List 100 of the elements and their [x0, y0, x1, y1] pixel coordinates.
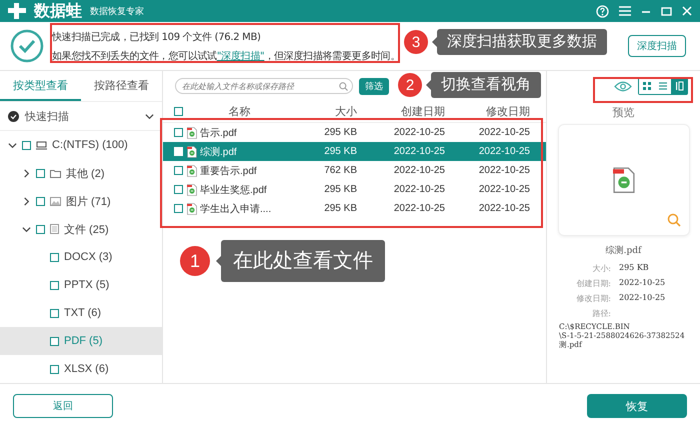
view-tab[interactable]: 按类型查看 — [0, 71, 81, 101]
columns-view-icon — [673, 80, 685, 92]
pdf-file-icon — [187, 126, 197, 138]
back-button[interactable]: 返回 — [13, 394, 113, 418]
zoom-icon[interactable] — [666, 213, 680, 227]
pdf-file-icon — [612, 166, 634, 194]
pdf-file-icon — [187, 164, 197, 176]
chevron-down-icon[interactable] — [22, 224, 31, 234]
recover-button[interactable]: 恢复 — [587, 394, 687, 418]
grid-view-icon — [641, 80, 653, 92]
list-view-icon — [657, 80, 669, 92]
chevron-right-icon[interactable] — [22, 196, 31, 206]
detail-value: 295 KB — [619, 263, 650, 274]
deep-scan-button[interactable]: 深度扫描 — [628, 35, 686, 57]
check-badge-icon — [8, 110, 19, 122]
checkbox[interactable] — [36, 196, 45, 206]
detail-label: 大小: — [591, 263, 611, 274]
tree-item[interactable]: 文件 (25) — [0, 215, 162, 243]
detail-value: 2022-10-25 — [619, 293, 666, 304]
app-logo: 数据蛙 — [34, 2, 82, 22]
column-header[interactable]: 创建日期 — [357, 104, 445, 119]
checkbox[interactable] — [174, 185, 182, 194]
deep-scan-link[interactable]: "深度扫描" — [216, 50, 264, 62]
pdf-file-icon — [187, 146, 197, 158]
detail-label: 路径: — [591, 308, 611, 319]
scan-result-text: 快速扫描已完成，已找到 109 个文件 (76.2 MB) — [52, 30, 262, 44]
file-size: 295 KB — [323, 146, 357, 157]
callout-label: 切换查看视角 — [431, 72, 541, 98]
checkbox[interactable] — [50, 364, 59, 374]
created-date: 2022-10-25 — [392, 165, 445, 176]
tree-item-label: 其他 (2) — [66, 166, 104, 180]
file-size: 295 KB — [323, 203, 357, 214]
modified-date: 2022-10-25 — [478, 127, 530, 138]
tree-item[interactable]: 图片 (71) — [0, 187, 162, 215]
modified-date: 2022-10-25 — [478, 184, 530, 195]
file-name: 学生出入申请.... — [200, 202, 272, 216]
tree-item[interactable]: DOCX (3) — [0, 243, 162, 271]
close-icon[interactable] — [682, 6, 692, 16]
step-number: 2 — [398, 73, 422, 97]
checkbox[interactable] — [50, 280, 59, 290]
tree-item-label: PDF (5) — [64, 335, 102, 347]
file-row[interactable]: 毕业生奖惩.pdf 295 KB 2022-10-25 2022-10-25 — [163, 180, 546, 199]
checkbox[interactable] — [50, 252, 59, 262]
scan-mode-label: 快速扫描 — [25, 110, 70, 124]
search-icon[interactable] — [339, 82, 348, 91]
file-row[interactable]: 综测.pdf 295 KB 2022-10-25 2022-10-25 — [163, 142, 546, 161]
tree-item-label: PPTX (5) — [64, 279, 110, 291]
column-header[interactable]: 修改日期 — [445, 104, 530, 119]
checkbox[interactable] — [174, 166, 182, 175]
chevron-right-icon[interactable] — [22, 168, 31, 178]
file-name: 综测.pdf — [200, 146, 237, 158]
maximize-icon[interactable] — [661, 6, 672, 16]
deep-scan-hint: 如果您找不到丢失的文件，您可以试试"深度扫描"，但深度扫描将需要更多时间。 — [52, 50, 400, 62]
chevron-down-icon[interactable] — [145, 112, 154, 120]
help-icon[interactable] — [596, 4, 609, 18]
modified-date: 2022-10-25 — [478, 203, 530, 214]
logo-icon — [8, 3, 26, 19]
checkbox[interactable] — [50, 308, 59, 318]
tree-item[interactable]: PPTX (5) — [0, 271, 162, 299]
file-row[interactable]: 学生出入申请.... 295 KB 2022-10-25 2022-10-25 — [163, 199, 546, 218]
callout-label: 深度扫描获取更多数据 — [437, 29, 607, 55]
pdf-file-icon — [187, 184, 197, 196]
tree-item-label: C:(NTFS) (100) — [52, 139, 128, 151]
checkbox[interactable] — [36, 224, 45, 234]
file-row[interactable]: 重要告示.pdf 762 KB 2022-10-25 2022-10-25 — [163, 161, 546, 180]
pdf-file-icon — [187, 202, 197, 214]
checkbox[interactable] — [36, 168, 45, 178]
tree-item[interactable]: C:(NTFS) (100) — [0, 131, 162, 159]
checkbox[interactable] — [174, 128, 182, 137]
select-all-checkbox[interactable] — [174, 107, 182, 116]
column-header[interactable]: 名称 — [187, 104, 292, 119]
checkbox[interactable] — [22, 140, 31, 150]
file-row[interactable]: 告示.pdf 295 KB 2022-10-25 2022-10-25 — [163, 123, 546, 142]
menu-icon[interactable] — [619, 6, 631, 16]
search-field[interactable]: 在此处输入文件名称或保存路径 — [175, 78, 353, 94]
tree-item-label: DOCX (3) — [64, 251, 112, 263]
check-circle-icon — [10, 29, 44, 63]
tree-item[interactable]: XLSX (6) — [0, 355, 162, 383]
filter-button[interactable]: 筛选 — [359, 78, 389, 94]
modified-date: 2022-10-25 — [478, 146, 530, 157]
document-icon — [50, 224, 59, 234]
detail-value: 2022-10-25 — [619, 278, 666, 289]
file-size: 295 KB — [323, 184, 357, 195]
file-size: 762 KB — [323, 165, 357, 176]
column-header[interactable]: 大小 — [292, 104, 357, 119]
view-tab[interactable]: 按路径查看 — [81, 71, 162, 101]
file-size: 295 KB — [323, 127, 357, 138]
tree-item[interactable]: 其他 (2) — [0, 159, 162, 187]
chevron-down-icon[interactable] — [8, 140, 17, 150]
file-name: 毕业生奖惩.pdf — [200, 184, 267, 196]
detail-label: 修改日期: — [575, 293, 611, 304]
checkbox[interactable] — [50, 336, 59, 346]
checkbox[interactable] — [174, 204, 182, 213]
tree-item-label: 图片 (71) — [66, 194, 111, 208]
created-date: 2022-10-25 — [392, 127, 445, 138]
tree-item-label: TXT (6) — [64, 307, 102, 319]
view-mode-button[interactable] — [671, 78, 687, 94]
eye-icon[interactable] — [614, 80, 632, 92]
tree-item-label: XLSX (6) — [64, 363, 109, 375]
tree-item[interactable]: TXT (6) — [0, 299, 162, 327]
